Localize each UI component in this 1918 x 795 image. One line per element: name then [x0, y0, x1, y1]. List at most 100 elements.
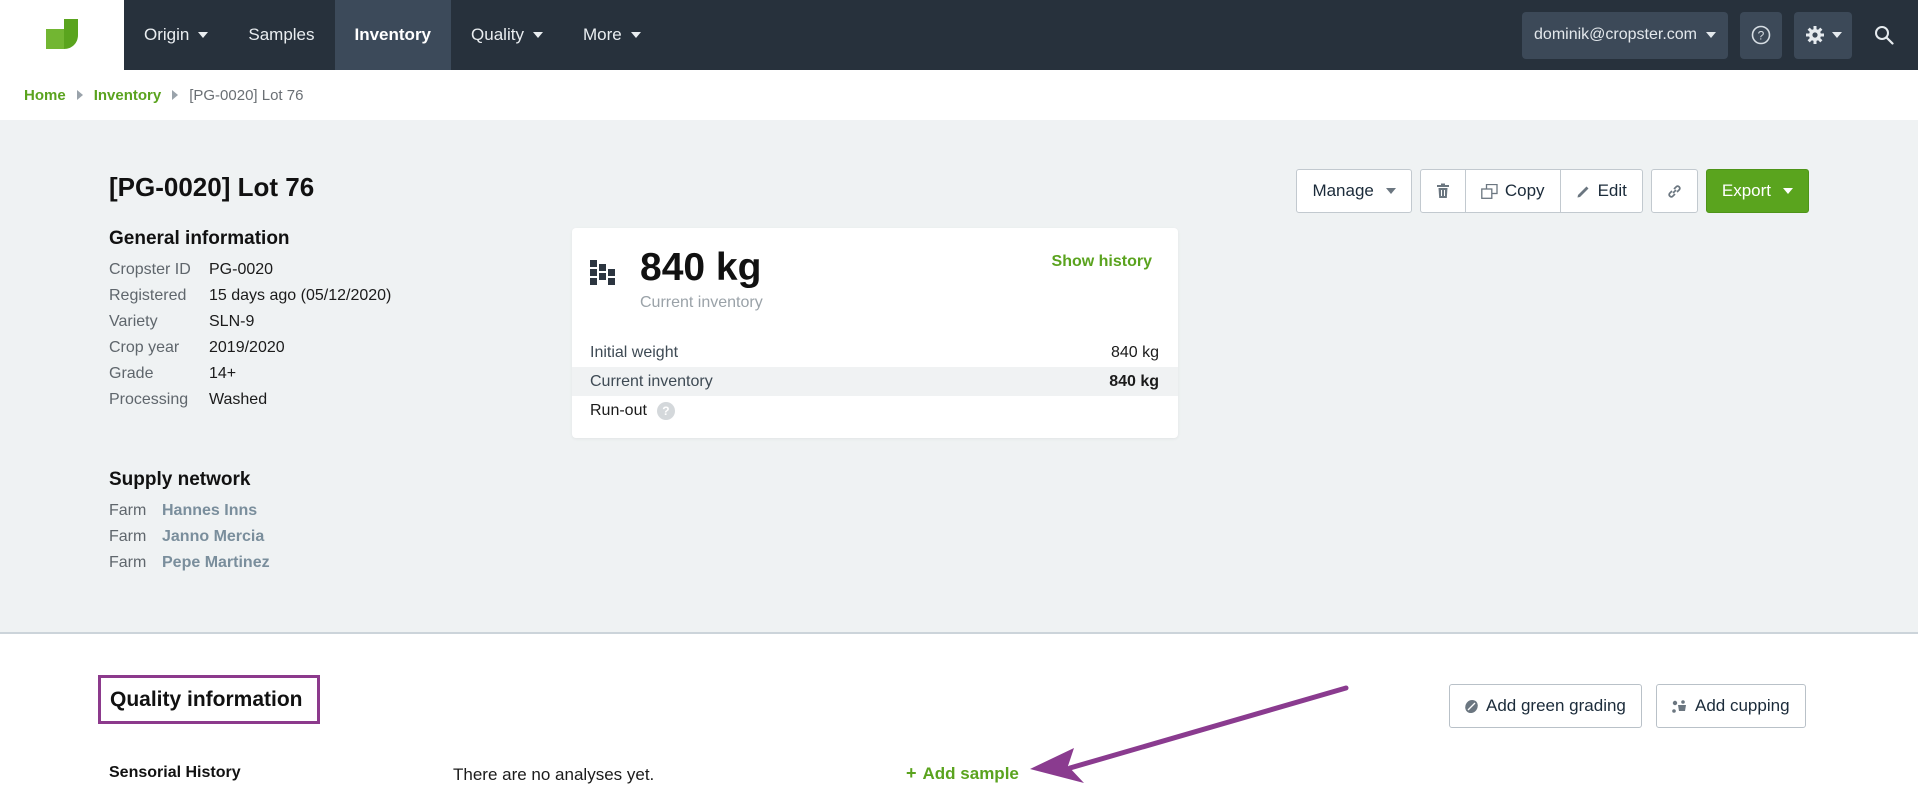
- add-sample-label: Add sample: [922, 763, 1019, 783]
- user-menu-button[interactable]: dominik@cropster.com: [1522, 11, 1728, 59]
- help-icon: ?: [1751, 25, 1771, 45]
- inventory-row: Run-out ?: [572, 396, 1178, 425]
- top-navbar: Origin Samples Inventory Quality More do…: [0, 0, 1918, 70]
- edit-button[interactable]: Edit: [1559, 169, 1643, 213]
- settings-button[interactable]: [1794, 11, 1852, 59]
- breadcrumb-home[interactable]: Home: [24, 87, 66, 104]
- show-history-link[interactable]: Show history: [1052, 253, 1152, 271]
- action-button-group: Copy Edit: [1419, 169, 1643, 213]
- chevron-down-icon: [1831, 32, 1842, 38]
- inventory-amount-caption: Current inventory: [640, 294, 763, 311]
- info-label: Processing: [109, 391, 189, 408]
- supply-type-label: Farm: [109, 554, 147, 571]
- nav-more[interactable]: More: [563, 0, 661, 70]
- user-email: dominik@cropster.com: [1534, 26, 1697, 43]
- chevron-down-icon: [532, 32, 543, 38]
- inventory-row-label: Current inventory: [590, 372, 713, 390]
- copy-button[interactable]: Copy: [1464, 169, 1561, 213]
- info-label: Registered: [109, 287, 187, 304]
- nav-origin[interactable]: Origin: [124, 0, 228, 70]
- farm-link[interactable]: Pepe Martinez: [162, 550, 270, 576]
- nav-inventory-label: Inventory: [354, 25, 432, 44]
- add-sample-link[interactable]: + Add sample: [906, 763, 1019, 784]
- svg-text:?: ?: [1758, 29, 1765, 43]
- edit-label: Edit: [1597, 181, 1627, 200]
- nav-samples-label: Samples: [248, 25, 315, 44]
- search-button[interactable]: [1864, 12, 1904, 59]
- no-analyses-message: There are no analyses yet.: [453, 765, 655, 784]
- manage-label: Manage: [1312, 181, 1374, 200]
- nav-origin-label: Origin: [144, 25, 190, 44]
- quality-section: Quality information Add green grading Ad…: [0, 632, 1918, 795]
- export-label: Export: [1721, 181, 1771, 200]
- breadcrumb-inventory[interactable]: Inventory: [94, 87, 162, 104]
- add-cupping-button[interactable]: Add cupping: [1656, 684, 1806, 728]
- annotation-arrow-icon: [1030, 685, 1349, 783]
- delete-button[interactable]: [1419, 169, 1466, 213]
- search-icon: [1875, 26, 1894, 45]
- breadcrumb-separator-icon: [172, 90, 179, 100]
- inventory-row-label: Initial weight: [590, 343, 679, 361]
- supply-network-title: Supply network: [109, 469, 251, 490]
- info-row: Grade 14+: [109, 361, 391, 387]
- breadcrumb-current: [PG-0020] Lot 76: [189, 86, 304, 104]
- supply-row: Farm Hannes Inns: [109, 498, 270, 524]
- info-value: Washed: [209, 391, 268, 408]
- add-cupping-label: Add cupping: [1695, 696, 1790, 715]
- breadcrumb: Home Inventory [PG-0020] Lot 76: [0, 70, 1918, 120]
- info-value: 2019/2020: [209, 339, 285, 356]
- chevron-down-icon: [630, 32, 641, 38]
- chevron-down-icon: [1706, 32, 1716, 38]
- help-button[interactable]: ?: [1740, 11, 1782, 59]
- general-info-title: General information: [109, 228, 290, 249]
- inventory-card: 840 kg Current inventory Show history In…: [572, 228, 1178, 438]
- chevron-down-icon: [198, 32, 209, 38]
- inventory-details: Initial weight 840 kg Current inventory …: [572, 338, 1178, 425]
- plus-icon: +: [906, 763, 917, 783]
- nav-quality[interactable]: Quality: [451, 0, 563, 70]
- nav-inventory[interactable]: Inventory: [334, 0, 452, 70]
- info-label: Crop year: [109, 339, 180, 356]
- supply-row: Farm Janno Mercia: [109, 524, 270, 550]
- info-value: 14+: [209, 365, 237, 382]
- info-value: 15 days ago (05/12/2020): [209, 287, 392, 304]
- manage-button[interactable]: Manage: [1296, 169, 1412, 213]
- inventory-row: Initial weight 840 kg: [572, 338, 1178, 367]
- help-icon[interactable]: ?: [656, 401, 675, 420]
- add-green-grading-button[interactable]: Add green grading: [1449, 684, 1642, 728]
- info-row: Processing Washed: [109, 387, 391, 413]
- lot-toolbar: Manage Copy Edit Export: [1296, 169, 1809, 213]
- inventory-amount: 840 kg: [640, 246, 762, 289]
- export-button[interactable]: Export: [1705, 169, 1809, 213]
- copy-icon: [1481, 183, 1498, 199]
- logo-icon: [46, 19, 78, 49]
- quality-info-title-text: Quality information: [110, 687, 303, 711]
- supply-row: Farm Pepe Martinez: [109, 550, 270, 576]
- nav-samples[interactable]: Samples: [228, 0, 334, 70]
- farm-link[interactable]: Janno Mercia: [162, 524, 264, 550]
- inventory-grid-icon: [590, 260, 615, 285]
- farm-link[interactable]: Hannes Inns: [162, 498, 257, 524]
- add-green-grading-label: Add green grading: [1486, 696, 1626, 715]
- inventory-row: Current inventory 840 kg: [572, 367, 1178, 396]
- info-label: Grade: [109, 365, 154, 382]
- info-row: Registered 15 days ago (05/12/2020): [109, 283, 391, 309]
- info-label: Cropster ID: [109, 261, 191, 278]
- info-value: PG-0020: [209, 261, 274, 278]
- trash-icon: [1436, 183, 1449, 198]
- gear-icon: [1805, 26, 1824, 44]
- link-icon: [1668, 184, 1681, 198]
- pencil-icon: [1577, 186, 1589, 197]
- chevron-down-icon: [1783, 188, 1793, 194]
- coffee-bean-icon: [1465, 699, 1478, 713]
- info-value: SLN-9: [209, 313, 255, 330]
- link-button[interactable]: [1650, 169, 1698, 213]
- nav-more-label: More: [582, 25, 622, 44]
- info-label: Variety: [109, 313, 158, 330]
- inventory-row-label: Run-out ?: [590, 401, 675, 420]
- supply-type-label: Farm: [109, 502, 147, 519]
- page-title: [PG-0020] Lot 76: [109, 172, 315, 202]
- runout-label: Run-out: [590, 401, 647, 419]
- info-row: Variety SLN-9: [109, 309, 391, 335]
- cropster-logo[interactable]: [0, 0, 124, 70]
